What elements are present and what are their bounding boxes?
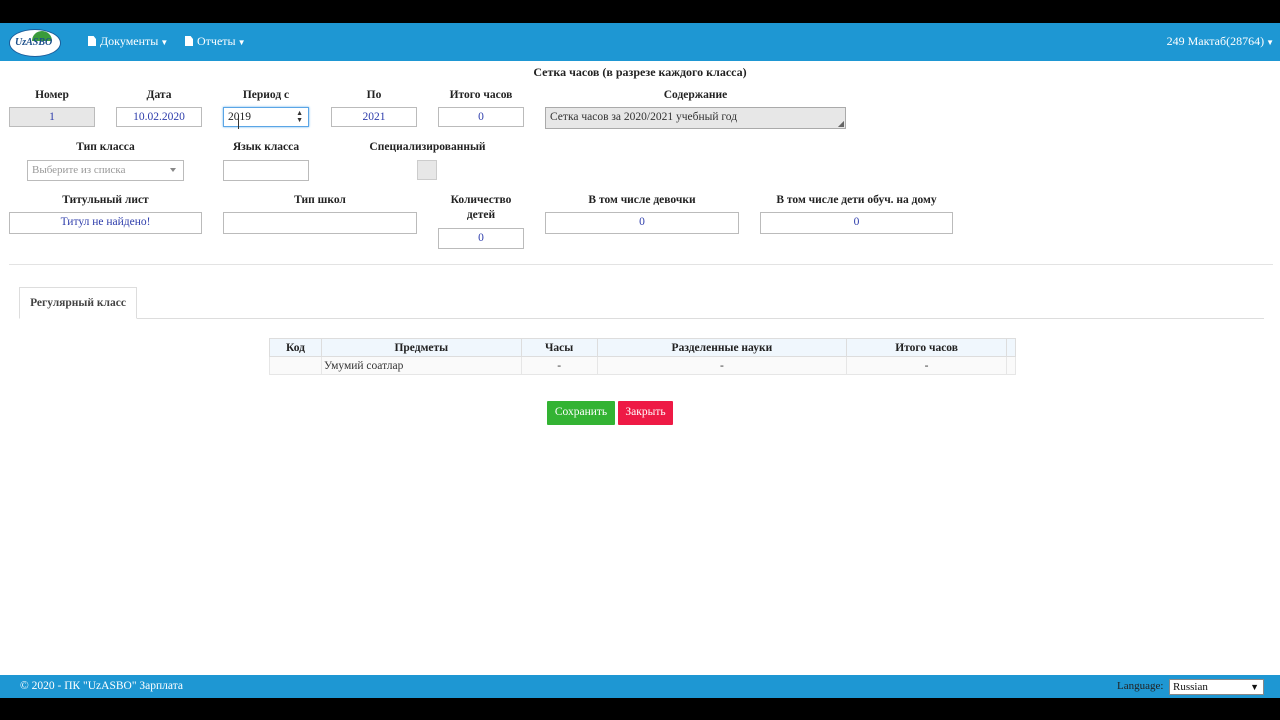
- cell-code: [269, 356, 322, 375]
- period-from-value: 2019: [228, 111, 251, 123]
- class-type-label: Тип класса: [76, 141, 135, 153]
- document-icon: [185, 36, 193, 46]
- class-type-select[interactable]: Выберите из списка: [27, 160, 184, 181]
- title-sheet-label: Титульный лист: [62, 194, 149, 206]
- column-header-total-hours[interactable]: Итого часов: [846, 338, 1007, 357]
- close-button[interactable]: Закрыть: [618, 401, 673, 425]
- tab-regular-class[interactable]: Регулярный класс: [19, 287, 137, 319]
- nav-reports-label: Отчеты: [197, 34, 236, 48]
- specialized-label: Специализированный: [369, 141, 486, 153]
- cell-spacer: [1005, 356, 1017, 375]
- save-button[interactable]: Сохранить: [547, 401, 615, 425]
- column-header-spacer: [1005, 338, 1017, 357]
- cell-hours: -: [520, 356, 598, 375]
- language-label: Language:: [1117, 680, 1164, 692]
- date-field[interactable]: 10.02.2020: [116, 107, 202, 127]
- total-hours-field[interactable]: 0: [438, 107, 524, 127]
- tab-underline: [19, 318, 1264, 319]
- text-cursor-icon: [238, 117, 239, 129]
- class-type-placeholder: Выберите из списка: [32, 164, 126, 176]
- column-header-code[interactable]: Код: [269, 338, 322, 357]
- user-menu[interactable]: 249 Мактаб(28764) ▼: [1167, 34, 1274, 49]
- period-to-label: По: [366, 89, 382, 101]
- nav-documents[interactable]: Документы ▼: [88, 34, 168, 49]
- home-label: В том числе дети обуч. на дому: [776, 194, 937, 206]
- navbar: UzASBO Документы ▼ Отчеты ▼ 249 Мактаб(287…: [0, 23, 1280, 61]
- user-name: 249 Мактаб(28764): [1166, 34, 1265, 48]
- total-hours-label: Итого часов: [449, 89, 513, 101]
- caret-down-icon: ▼: [237, 38, 246, 47]
- page: UzASBO Документы ▼ Отчеты ▼ 249 Мактаб(287…: [0, 23, 1280, 698]
- hours-table: Код Предметы Часы Разделенные науки Итог…: [269, 338, 1017, 375]
- uzasbo-logo[interactable]: UzASBO: [9, 29, 61, 57]
- children-count-label-line1: Количество: [450, 194, 512, 206]
- spinner-icon[interactable]: ▲ ▼: [296, 110, 303, 124]
- divider: [9, 264, 1273, 265]
- resize-grip-icon[interactable]: ◢: [838, 119, 844, 128]
- children-count-label-line2: детей: [466, 209, 496, 221]
- chevron-down-icon: ▼: [1250, 682, 1259, 692]
- content-label: Содержание: [663, 89, 728, 101]
- cell-total-hours: -: [846, 356, 1007, 375]
- date-label: Дата: [146, 89, 172, 101]
- period-from-field[interactable]: 2019 ▲ ▼: [223, 107, 309, 127]
- column-header-subjects[interactable]: Предметы: [320, 338, 522, 357]
- table-header-row: Код Предметы Часы Разделенные науки Итог…: [269, 338, 1017, 357]
- page-title: Сетка часов (в разрезе каждого класса): [533, 65, 747, 79]
- number-field[interactable]: 1: [9, 107, 95, 127]
- title-sheet-field[interactable]: Титул не найдено!: [9, 212, 202, 234]
- content-textarea[interactable]: Сетка часов за 2020/2021 учебный год ◢: [545, 107, 846, 129]
- chevron-down-icon: [170, 168, 176, 172]
- column-header-hours[interactable]: Часы: [520, 338, 598, 357]
- nav-documents-label: Документы: [100, 34, 159, 48]
- copyright-text: © 2020 - ПК "UzASBO" Зарплата: [20, 680, 183, 692]
- home-field[interactable]: 0: [760, 212, 953, 234]
- nav-reports[interactable]: Отчеты ▼: [185, 34, 246, 49]
- specialized-checkbox[interactable]: [417, 160, 437, 180]
- class-lang-label: Язык класса: [232, 141, 300, 153]
- table-row[interactable]: Умумий соатлар - - -: [269, 356, 1017, 375]
- content-value: Сетка часов за 2020/2021 учебный год: [550, 111, 738, 123]
- school-type-label: Тип школ: [294, 194, 346, 206]
- period-to-field[interactable]: 2021: [331, 107, 417, 127]
- footer: © 2020 - ПК "UzASBO" Зарплата Language: …: [0, 675, 1280, 698]
- logo-text: UzASBO: [15, 37, 53, 48]
- children-count-field[interactable]: 0: [438, 228, 524, 249]
- language-value: Russian: [1173, 681, 1208, 693]
- document-icon: [88, 36, 96, 46]
- girls-field[interactable]: 0: [545, 212, 739, 234]
- children-count-label: Количество детей: [438, 194, 524, 221]
- girls-label: В том числе девочки: [588, 194, 696, 206]
- column-header-divided-sciences[interactable]: Разделенные науки: [596, 338, 848, 357]
- cell-divided-sciences: -: [596, 356, 848, 375]
- cell-subject: Умумий соатлар: [320, 356, 522, 375]
- school-type-field[interactable]: [223, 212, 417, 234]
- period-from-label: Период с: [242, 89, 290, 101]
- class-lang-field[interactable]: [223, 160, 309, 181]
- language-select[interactable]: Russian ▼: [1169, 679, 1264, 695]
- caret-down-icon: ▼: [160, 38, 169, 47]
- caret-down-icon: ▼: [1266, 38, 1274, 47]
- number-label: Номер: [35, 89, 69, 101]
